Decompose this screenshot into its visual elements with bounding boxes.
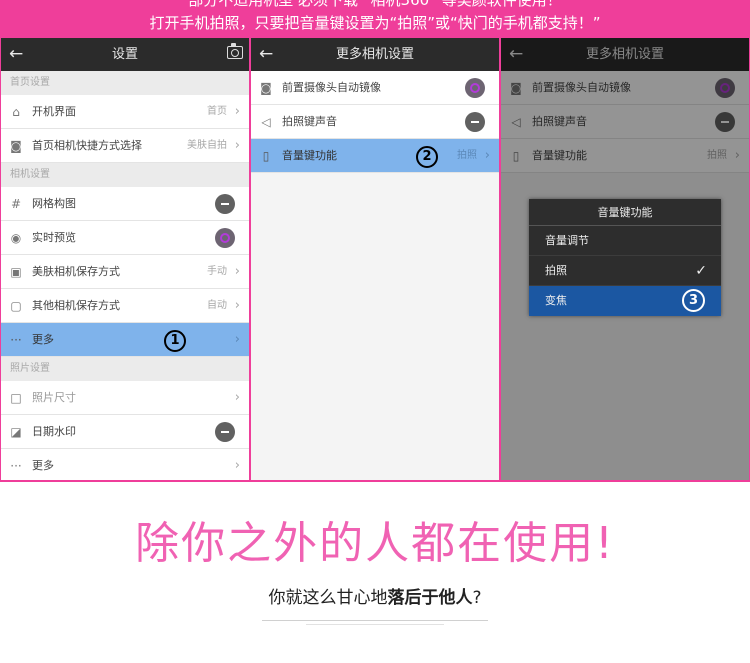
option-label: 音量调节 (545, 234, 589, 247)
row-value: 首页 (207, 106, 227, 117)
chevron-right-icon: › (234, 264, 240, 279)
subtitle-bold-text: 落后于他人 (387, 588, 473, 608)
dialog-option-zoom[interactable]: 变焦 3 (529, 286, 721, 316)
settings-row-date-watermark[interactable]: ◪ 日期水印 (1, 415, 249, 449)
section-header-home: 首页设置 (1, 71, 249, 95)
subtitle-text: 你就这么甘心地 (268, 588, 388, 608)
volume-key-dialog: 音量键功能 音量调节 拍照 ✓ 变焦 3 (529, 199, 721, 316)
more-settings-titlebar: ← 更多相机设置 (251, 38, 499, 71)
row-label: 日期水印 (32, 425, 76, 438)
settings-row-shortcut[interactable]: ◙ 首页相机快捷方式选择 美肤自拍 › (1, 129, 249, 163)
row-label: 开机界面 (32, 105, 76, 118)
row-label: 其他相机保存方式 (32, 299, 120, 312)
settings-row-boot-screen[interactable]: ⌂ 开机界面 首页 › (1, 95, 249, 129)
section-header-camera: 相机设置 (1, 163, 249, 187)
slogan-heading: 除你之外的人都在使用! (135, 518, 615, 569)
front-camera-icon: ◙ (260, 81, 272, 95)
row-label: 更多 (32, 333, 54, 346)
settings-row-more-photo[interactable]: ··· 更多 › (1, 449, 249, 480)
settings-row-grid[interactable]: # 网格构图 (1, 187, 249, 221)
banner-notice-line2: 打开手机拍照，只要把音量键设置为“拍照”或“快门的手机都支持！” (149, 14, 601, 32)
chevron-right-icon: › (234, 390, 240, 405)
chevron-right-icon: › (234, 332, 240, 347)
dialog-title: 音量键功能 (529, 199, 721, 226)
dialog-option-shoot[interactable]: 拍照 ✓ (529, 256, 721, 286)
toggle-on[interactable] (215, 228, 235, 248)
more-dots-icon: ··· (10, 333, 22, 347)
option-label: 拍照 (545, 264, 567, 277)
slogan-subtitle: 你就这么甘心地落后于他人? (0, 586, 750, 610)
divider-line (306, 624, 444, 625)
divider-line (262, 620, 488, 621)
checkmark-icon: ✓ (695, 263, 707, 279)
row-value: 美肤自拍 (187, 140, 227, 151)
volume-key-dialog-screen: ← 更多相机设置 ◙ 前置摄像头自动镜像 ◁ 拍照键声音 ▯ 音量键功能 拍照 … (501, 38, 749, 480)
chevron-right-icon: › (234, 104, 240, 119)
page-title: 设置 (111, 47, 138, 62)
chevron-right-icon: › (234, 458, 240, 473)
row-value: 自动 (207, 300, 227, 311)
home-icon: ⌂ (12, 105, 20, 119)
settings-row-preview[interactable]: ◉ 实时预览 (1, 221, 249, 255)
step-marker-2: 2 (416, 146, 438, 168)
row-label: 实时预览 (32, 231, 76, 244)
settings-row-photo-size[interactable]: □ 照片尺寸 › (1, 381, 249, 415)
row-label: 网格构图 (32, 197, 76, 210)
subtitle-question: ? (472, 588, 482, 608)
eye-icon: ◉ (10, 231, 22, 245)
chevron-right-icon: › (484, 148, 490, 163)
speaker-icon: ◁ (261, 115, 271, 129)
row-label: 更多 (32, 459, 54, 472)
toggle-on[interactable] (465, 78, 485, 98)
row-label: 美肤相机保存方式 (32, 265, 120, 278)
settings-row-other-save[interactable]: ▢ 其他相机保存方式 自动 › (1, 289, 249, 323)
more-camera-settings-screen: ← 更多相机设置 ◙ 前置摄像头自动镜像 ◁ 拍照键声音 ▯ 音量键功能 2 拍… (251, 38, 499, 480)
volume-key-icon: ▯ (262, 149, 270, 163)
row-label: 照片尺寸 (32, 391, 76, 404)
photo-size-icon: □ (10, 391, 22, 405)
toggle-off[interactable] (215, 422, 235, 442)
auto-save-icon: ▢ (10, 299, 22, 313)
toggle-off[interactable] (215, 194, 235, 214)
row-label: 音量键功能 (282, 149, 337, 162)
grid-icon: # (10, 197, 22, 211)
row-value: 手动 (207, 266, 227, 277)
settings-row-shutter-sound[interactable]: ◁ 拍照键声音 (251, 105, 499, 139)
toggle-off[interactable] (465, 112, 485, 132)
settings-screen: ← 设置 首页设置 ⌂ 开机界面 首页 › ◙ 首页相机快捷方式选择 美肤自拍 … (1, 38, 249, 480)
settings-row-volume-key[interactable]: ▯ 音量键功能 2 拍照 › (251, 139, 499, 173)
settings-row-front-mirror[interactable]: ◙ 前置摄像头自动镜像 (251, 71, 499, 105)
banner-notice-line1: 部分不适用机型 必须下载 “相机360” 等美颜软件使用！ (188, 0, 562, 9)
settings-row-more[interactable]: ··· 更多 1 › (1, 323, 249, 357)
more-dots-icon: ··· (10, 459, 22, 473)
chevron-right-icon: › (234, 138, 240, 153)
page-title: 更多相机设置 (335, 47, 414, 62)
watermark-icon: ◪ (10, 425, 22, 439)
settings-titlebar: ← 设置 (1, 38, 249, 71)
camera-icon[interactable] (227, 43, 243, 59)
section-header-photo: 照片设置 (1, 357, 249, 381)
step-marker-3: 3 (682, 289, 705, 312)
manual-save-icon: ▣ (10, 265, 22, 279)
step-marker-1: 1 (164, 330, 186, 352)
row-label: 拍照键声音 (282, 115, 337, 128)
option-label: 变焦 (545, 294, 567, 307)
camera-outline-icon: ◙ (10, 139, 22, 153)
row-label: 前置摄像头自动镜像 (282, 81, 381, 94)
row-value: 拍照 (457, 150, 477, 161)
row-label: 首页相机快捷方式选择 (32, 139, 142, 152)
chevron-right-icon: › (234, 298, 240, 313)
dialog-option-volume[interactable]: 音量调节 (529, 226, 721, 256)
settings-row-beauty-save[interactable]: ▣ 美肤相机保存方式 手动 › (1, 255, 249, 289)
